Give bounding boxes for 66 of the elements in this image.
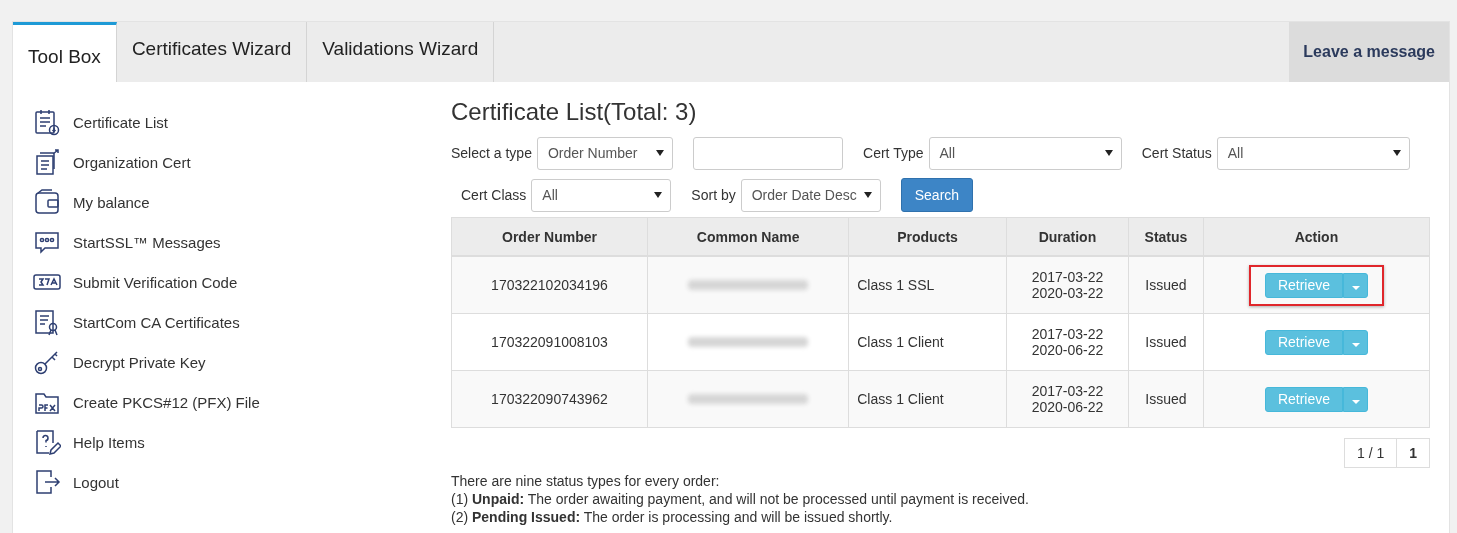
table-cell-text: 2020-03-22	[1030, 285, 1105, 301]
table-cell: Class 1 Client	[848, 370, 1007, 428]
sidebar-item[interactable]: Help Items	[33, 422, 431, 462]
leave-message-link[interactable]: Leave a message	[1289, 22, 1449, 82]
help-icon	[33, 428, 61, 456]
caret-icon	[656, 150, 665, 156]
column-header: Duration	[1006, 217, 1129, 256]
status-note: There are nine status types for every order:	[451, 472, 721, 490]
sidebar-item[interactable]: StartCom CA Certificates	[33, 302, 431, 342]
caret-icon	[1104, 150, 1113, 156]
table-cell: 170322102034196	[451, 256, 648, 314]
status-note: (1) Unpaid: The order awaiting payment, and will not be processed until payment is received.	[451, 490, 1030, 508]
table-cell-text: 2017-03-22	[1030, 269, 1105, 285]
filter-label: Cert Class	[461, 187, 527, 203]
dropdown[interactable]: All	[531, 178, 672, 212]
tab[interactable]: Tool Box	[13, 22, 117, 82]
sidebar-item[interactable]: Create PKCS#12 (PFX) File	[33, 382, 431, 422]
column-header: Order Number	[451, 217, 648, 256]
sidebar-item[interactable]: Decrypt Private Key	[33, 342, 431, 382]
documents-icon	[33, 148, 61, 176]
filter-label: Cert Type	[863, 145, 924, 161]
caret-icon	[1393, 150, 1401, 156]
table-cell: Issued	[1128, 370, 1204, 428]
table-cell-text: 2020-06-22	[1030, 342, 1105, 358]
filter-label: Select a type	[451, 145, 532, 161]
column-header: Action	[1203, 217, 1430, 256]
certificate-icon	[33, 308, 61, 336]
clipboard-icon	[33, 108, 61, 136]
table-cell: 170322091008103	[451, 313, 648, 371]
page-link[interactable]: 1	[1396, 438, 1430, 468]
dropdown-toggle-button[interactable]	[1343, 272, 1369, 298]
sidebar-item[interactable]: My balance	[33, 182, 431, 222]
logout-icon	[33, 468, 61, 496]
key-icon	[33, 348, 61, 376]
status-note: (2) Pending Issued: The order is processing and will be issued shortly.	[451, 508, 894, 526]
column-header: Common Name	[647, 217, 849, 256]
caret-icon	[863, 192, 872, 198]
table-cell-text: 2020-06-22	[1030, 399, 1105, 415]
table-cell: Issued	[1128, 313, 1204, 371]
page-title: Certificate List(Total: 3)	[451, 98, 698, 126]
table-cell: Issued	[1128, 256, 1204, 314]
search-input-field[interactable]	[693, 136, 844, 170]
sidebar-item[interactable]: Submit Verification Code	[33, 262, 431, 302]
table-cell: 170322090743962	[451, 370, 648, 428]
dropdown[interactable]: Order Number	[536, 136, 674, 170]
dropdown[interactable]: All	[1216, 136, 1410, 170]
table-cell-text: 2017-03-22	[1030, 383, 1105, 399]
table-cell: Class 1 Client	[848, 313, 1007, 371]
search-button[interactable]: Search	[900, 178, 974, 212]
dropdown[interactable]: Order Date Desc	[740, 178, 881, 212]
dropdown-toggle-button[interactable]	[1343, 329, 1369, 355]
table-cell: Class 1 SSL	[848, 256, 1007, 314]
column-header: Products	[848, 217, 1007, 256]
filter-label: Sort by	[691, 187, 736, 203]
wallet-icon	[33, 188, 61, 216]
column-header: Status	[1128, 217, 1204, 256]
page-link[interactable]: 1 / 1	[1343, 438, 1398, 468]
table-cell-text: 2017-03-22	[1030, 326, 1105, 342]
sidebar-item[interactable]: Certificate List	[33, 102, 431, 142]
caret-icon	[654, 192, 663, 198]
filter-label: Cert Status	[1141, 145, 1212, 161]
sidebar-item[interactable]: Logout	[33, 462, 431, 502]
dropdown-toggle-button[interactable]	[1343, 386, 1369, 412]
sidebar-item[interactable]: StartSSL™ Messages	[33, 222, 431, 262]
sidebar-item[interactable]: Organization Cert	[33, 142, 431, 182]
dropdown[interactable]: All	[928, 136, 1122, 170]
